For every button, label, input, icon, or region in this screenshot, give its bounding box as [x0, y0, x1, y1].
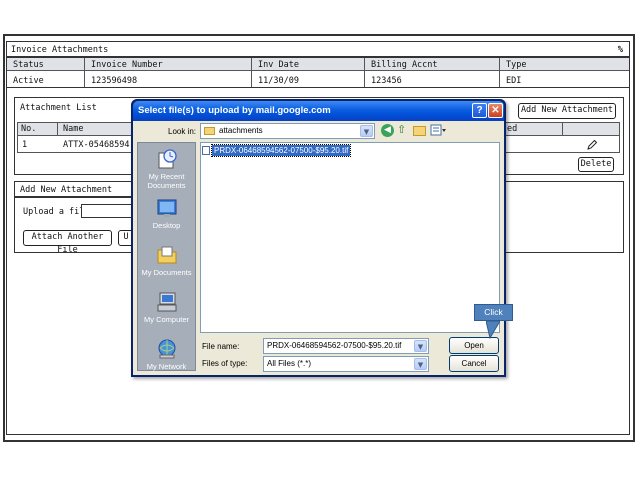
look-in-label: Look in: — [168, 127, 197, 136]
chevron-down-icon[interactable]: ▼ — [414, 358, 427, 370]
file-name-input[interactable]: PRDX-06468594562-07500-$95.20.tif ▼ — [263, 338, 429, 354]
row-no: 1 — [22, 140, 28, 150]
mockup-titlebar: Invoice Attachments % — [7, 43, 629, 57]
row-name: ATTX-05468594 — [63, 140, 130, 150]
cancel-button[interactable]: Cancel — [449, 355, 499, 372]
place-desktop[interactable]: Desktop — [137, 197, 196, 230]
divider — [14, 196, 134, 198]
place-recent-documents[interactable]: My Recent Documents — [137, 148, 196, 190]
back-icon[interactable]: ◀ — [381, 124, 394, 137]
place-my-network[interactable]: My Network — [137, 338, 196, 371]
my-documents-icon — [157, 246, 176, 264]
place-label: My Network — [146, 362, 187, 371]
file-type-value: All Files (*.*) — [267, 359, 312, 368]
look-in-select[interactable]: attachments ▼ — [200, 123, 375, 139]
edit-pencil-icon[interactable] — [586, 139, 598, 151]
desktop-icon — [157, 199, 176, 217]
up-folder-icon[interactable]: ⇧ — [397, 124, 409, 137]
place-label: My Computer — [143, 315, 189, 324]
chevron-down-icon[interactable]: ▼ — [360, 125, 373, 137]
delete-button[interactable]: Delete — [578, 157, 614, 172]
folder-icon — [204, 127, 215, 135]
add-new-attachment-button[interactable]: Add New Attachment — [518, 103, 616, 119]
place-my-documents[interactable]: My Documents — [137, 244, 196, 277]
my-computer-icon — [157, 292, 176, 312]
summary-table-border — [6, 57, 630, 88]
place-label: My Documents — [141, 268, 192, 277]
place-label: My Recent Documents — [147, 172, 186, 190]
click-callout: Click — [474, 304, 513, 321]
file-name-label: File name: — [202, 342, 240, 351]
recent-documents-icon — [158, 149, 177, 169]
file-type-select[interactable]: All Files (*.*) ▼ — [263, 356, 429, 372]
new-folder-icon[interactable] — [413, 126, 426, 136]
chevron-down-icon[interactable]: ▼ — [414, 340, 427, 352]
close-button[interactable]: ✕ — [488, 103, 503, 118]
my-network-icon — [158, 339, 175, 359]
attach-another-file-button[interactable]: Attach Another File — [23, 230, 112, 255]
views-menu-icon[interactable] — [430, 124, 447, 137]
file-list[interactable] — [200, 142, 500, 333]
look-in-value: attachments — [219, 126, 263, 135]
column-modified-partial: ed — [507, 124, 518, 134]
column-name: Name — [63, 124, 84, 134]
place-label: Desktop — [152, 221, 181, 230]
place-my-computer[interactable]: My Computer — [137, 291, 196, 324]
column-no: No. — [21, 124, 37, 134]
dialog-title: Select file(s) to upload by mail.google.… — [133, 101, 504, 121]
resize-icon[interactable]: % — [618, 45, 623, 55]
callout-pointer — [485, 320, 501, 342]
upload-file-input[interactable] — [81, 204, 133, 218]
add-new-attachment-label: Add New Attachment — [20, 185, 113, 195]
tif-file-icon — [202, 146, 210, 155]
file-name-value: PRDX-06468594562-07500-$95.20.tif — [267, 341, 402, 350]
mockup-title: Invoice Attachments — [11, 45, 109, 55]
attachment-list-label: Attachment List — [20, 103, 97, 113]
file-type-label: Files of type: — [202, 359, 248, 368]
help-button[interactable]: ? — [472, 103, 487, 118]
file-item-selected[interactable]: PRDX-06468594562-07500-$95.20.tif — [210, 144, 352, 157]
